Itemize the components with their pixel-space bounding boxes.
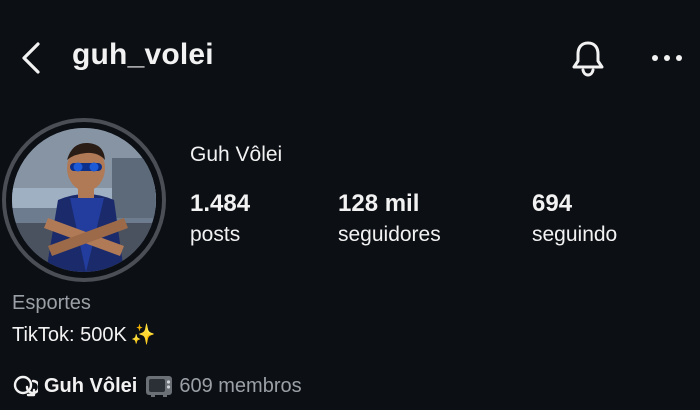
stat-posts[interactable]: 1.484 posts	[190, 190, 250, 250]
profile-photo	[12, 128, 156, 272]
bell-icon	[572, 41, 604, 77]
avatar[interactable]	[12, 128, 156, 272]
stat-following[interactable]: 694 seguindo	[532, 190, 617, 250]
channel-members-count: 609 membros	[179, 374, 302, 397]
top-bar: guh_volei	[0, 0, 700, 116]
profile-username: guh_volei	[72, 38, 214, 71]
notifications-button[interactable]	[568, 38, 608, 78]
bio-text: TikTok: 500K	[12, 324, 127, 346]
stat-posts-label: posts	[190, 223, 241, 246]
stat-followers[interactable]: 128 mil seguidores	[338, 190, 441, 250]
profile-category: Esportes	[12, 292, 91, 314]
stat-followers-label: seguidores	[338, 223, 441, 246]
more-horizontal-icon	[652, 55, 682, 61]
sparkles-emoji: ✨	[130, 324, 156, 346]
broadcast-channel-icon	[13, 375, 38, 397]
stat-following-label: seguindo	[532, 223, 618, 246]
display-name: Guh Vôlei	[190, 143, 283, 166]
back-button[interactable]	[18, 38, 48, 78]
stat-following-value: 694	[532, 190, 573, 217]
channel-name: Guh Vôlei	[44, 374, 138, 397]
broadcast-channel-link[interactable]: Guh Vôlei 609 membros	[12, 371, 302, 401]
more-options-button[interactable]	[648, 44, 688, 72]
profile-bio: TikTok: 500K ✨	[12, 322, 156, 347]
chevron-left-icon	[22, 42, 40, 74]
television-icon	[146, 376, 173, 397]
stat-followers-value: 128 mil	[338, 190, 420, 217]
stat-posts-value: 1.484	[190, 190, 251, 217]
